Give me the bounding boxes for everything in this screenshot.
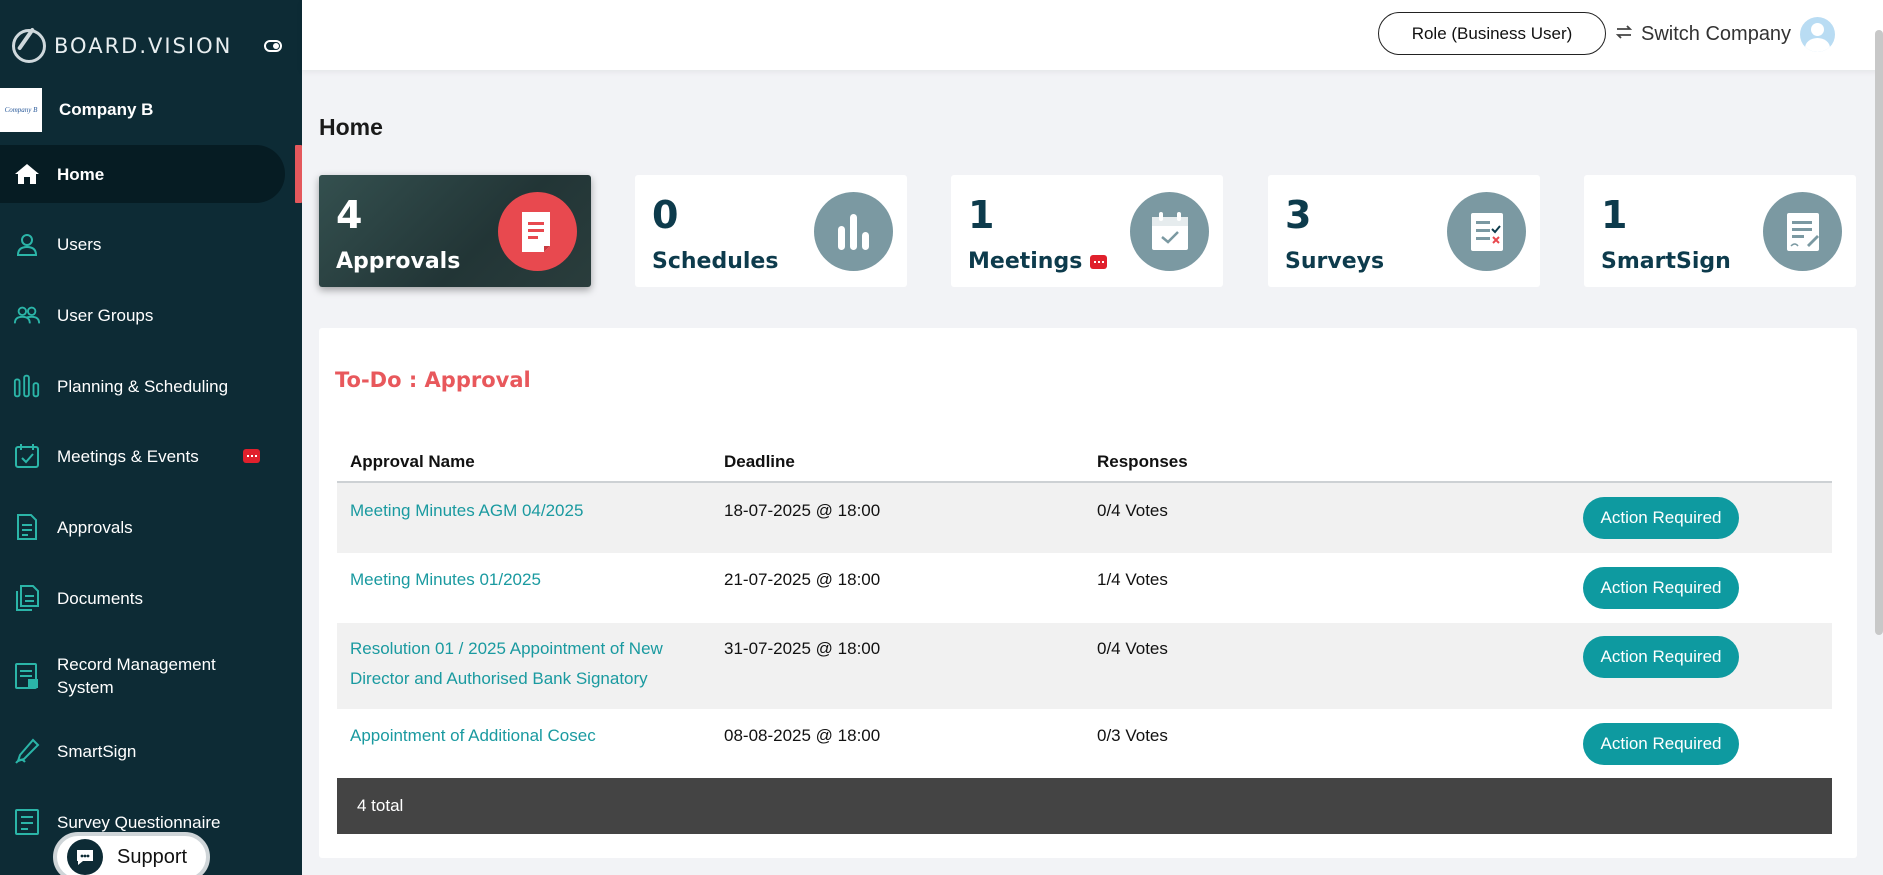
record-icon: [13, 662, 41, 690]
stat-card-schedules[interactable]: 0 Schedules: [635, 175, 907, 287]
company-name: Company B: [59, 100, 154, 119]
stat-card-surveys[interactable]: 3 Surveys: [1268, 175, 1540, 287]
sidebar-item-label: Survey Questionnaire: [57, 812, 221, 832]
sidebar-item-documents[interactable]: Documents: [0, 569, 302, 627]
action-required-button[interactable]: Action Required: [1583, 497, 1739, 539]
page-title: Home: [319, 114, 383, 140]
survey-checklist-icon: [1447, 192, 1526, 271]
switch-company-button[interactable]: Switch Company: [1614, 20, 1791, 48]
logo-icon: [12, 29, 46, 63]
todo-panel: To-Do : Approval Approval Name Deadline …: [319, 328, 1857, 858]
table-footer: 4 total: [337, 778, 1832, 834]
home-icon: [13, 160, 41, 188]
sidebar: BOARD.VISION Company B Company B Home Us…: [0, 0, 302, 875]
column-header[interactable]: Responses: [1097, 452, 1188, 472]
approvals-table: Approval Name Deadline Responses Meeting…: [337, 438, 1832, 834]
bar-chart-icon: [814, 192, 893, 271]
brand-name: BOARD.VISION: [54, 34, 233, 58]
company-logo: Company B: [0, 88, 42, 132]
deadline-cell: 18-07-2025 @ 18:00: [724, 501, 881, 520]
sidebar-item-label: Approvals: [57, 517, 133, 537]
stat-label: SmartSign: [1601, 249, 1731, 274]
responses-cell: 0/4 Votes: [1097, 639, 1168, 658]
sidebar-item-label: Meetings & Events: [57, 446, 199, 466]
table-row: Meeting Minutes AGM 04/2025 18-07-2025 @…: [337, 483, 1832, 553]
column-header[interactable]: Approval Name: [350, 452, 475, 472]
sidebar-item-user-groups[interactable]: User Groups: [0, 286, 302, 344]
support-label: Support: [117, 845, 188, 868]
scrollbar[interactable]: [1875, 30, 1883, 635]
table-row: Meeting Minutes 01/2025 21-07-2025 @ 18:…: [337, 553, 1832, 623]
stat-count: 0: [652, 193, 679, 237]
sidebar-item-smartsign[interactable]: SmartSign: [0, 722, 302, 780]
role-button[interactable]: Role (Business User): [1378, 12, 1606, 55]
sidebar-item-label: User Groups: [57, 305, 154, 325]
avatar[interactable]: [1800, 17, 1835, 52]
sidebar-item-label: Record Management System: [57, 655, 216, 697]
responses-cell: 0/4 Votes: [1097, 501, 1168, 520]
message-badge-icon: [1090, 255, 1108, 269]
approval-document-icon: [498, 192, 577, 271]
sidebar-toggle-icon[interactable]: [264, 40, 282, 52]
company-selector[interactable]: Company B Company B: [0, 88, 302, 132]
sidebar-item-label: Home: [57, 164, 105, 184]
responses-cell: 1/4 Votes: [1097, 570, 1168, 589]
stat-label: Surveys: [1285, 249, 1385, 274]
stat-card-meetings[interactable]: 1 Meetings: [951, 175, 1223, 287]
sidebar-item-users[interactable]: Users: [0, 215, 302, 273]
pen-icon: [13, 737, 41, 765]
stat-count: 4: [336, 193, 363, 237]
message-badge-icon: [243, 449, 260, 463]
approval-name-link[interactable]: Meeting Minutes AGM 04/2025: [350, 496, 583, 526]
stat-card-smartsign[interactable]: 1 SmartSign: [1584, 175, 1856, 287]
chat-icon: [67, 839, 103, 875]
action-required-button[interactable]: Action Required: [1583, 636, 1739, 678]
planning-icon: [13, 372, 41, 400]
sidebar-item-record-management[interactable]: Record Management System: [0, 640, 302, 712]
user-groups-icon: [13, 301, 41, 329]
brand-logo[interactable]: BOARD.VISION: [12, 28, 292, 64]
stat-label: Approvals: [336, 249, 461, 274]
deadline-cell: 31-07-2025 @ 18:00: [724, 639, 881, 658]
stat-count: 1: [968, 193, 995, 237]
stat-card-approvals[interactable]: 4 Approvals: [319, 175, 591, 287]
sidebar-item-label: Documents: [57, 588, 143, 608]
column-header[interactable]: Deadline: [724, 452, 795, 472]
sidebar-item-label: Planning & Scheduling: [57, 376, 229, 396]
sidebar-item-label: SmartSign: [57, 741, 137, 761]
deadline-cell: 21-07-2025 @ 18:00: [724, 570, 881, 589]
deadline-cell: 08-08-2025 @ 18:00: [724, 726, 881, 745]
table-header: Approval Name Deadline Responses: [337, 438, 1832, 483]
approval-name-link[interactable]: Appointment of Additional Cosec: [350, 721, 596, 751]
user-icon: [13, 230, 41, 258]
stat-label: Meetings: [968, 249, 1108, 274]
sidebar-item-label: Users: [57, 234, 102, 254]
document-icon: [13, 513, 41, 541]
documents-icon: [13, 584, 41, 612]
sidebar-item-home[interactable]: Home: [0, 145, 302, 203]
active-indicator: [295, 145, 302, 203]
switch-icon: [1614, 22, 1634, 47]
approval-name-link[interactable]: Meeting Minutes 01/2025: [350, 565, 541, 595]
sidebar-item-planning[interactable]: Planning & Scheduling: [0, 357, 302, 415]
responses-cell: 0/3 Votes: [1097, 726, 1168, 745]
approval-name-link[interactable]: Resolution 01 / 2025 Appointment of New …: [350, 634, 700, 694]
total-count: 4 total: [357, 796, 404, 815]
switch-company-label: Switch Company: [1641, 22, 1792, 45]
support-button[interactable]: Support: [53, 832, 210, 875]
action-required-button[interactable]: Action Required: [1583, 723, 1739, 765]
stat-count: 1: [1601, 193, 1628, 237]
stat-count: 3: [1285, 193, 1312, 237]
action-required-button[interactable]: Action Required: [1583, 567, 1739, 609]
stat-label: Schedules: [652, 249, 779, 274]
table-row: Resolution 01 / 2025 Appointment of New …: [337, 623, 1832, 709]
survey-icon: [13, 808, 41, 836]
calendar-check-icon: [1130, 192, 1209, 271]
sign-document-icon: [1763, 192, 1842, 271]
sidebar-item-meetings[interactable]: Meetings & Events: [0, 427, 302, 485]
calendar-icon: [13, 442, 41, 470]
todo-title: To-Do : Approval: [335, 368, 531, 392]
sidebar-item-approvals[interactable]: Approvals: [0, 498, 302, 556]
table-row: Appointment of Additional Cosec 08-08-20…: [337, 709, 1832, 778]
